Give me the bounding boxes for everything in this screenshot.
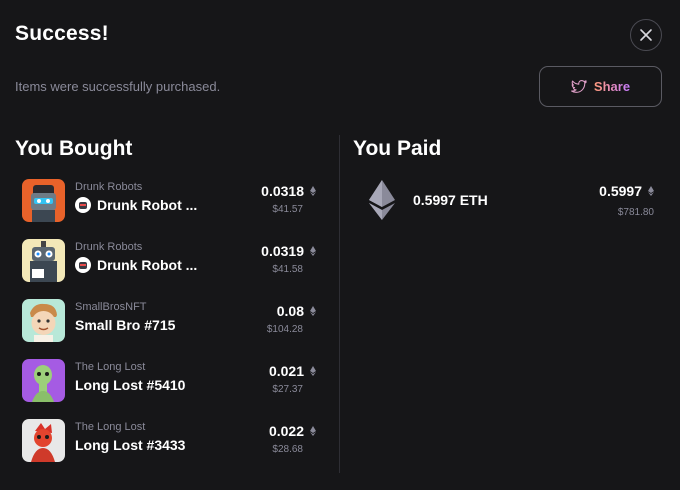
item-usd-price: $104.28 [266,324,303,335]
nft-name-row: Long Lost #5410 [75,377,185,393]
nft-name-row: Long Lost #3433 [75,437,185,453]
ethereum-icon [310,246,316,256]
collection-name: Drunk Robots [75,181,143,193]
ethereum-icon [310,186,316,196]
purchased-item[interactable]: Drunk Robots Drunk Robot ... 0.0319 $41.… [22,239,320,283]
nft-name: Long Lost #5410 [75,377,186,393]
ethereum-large-icon [369,180,395,220]
collection-name: The Long Lost [75,361,146,373]
you-paid-heading: You Paid [353,137,442,160]
payment-amount-label: 0.5997 ETH [413,192,488,208]
collection-badge-icon [75,257,91,273]
ethereum-icon [310,366,316,376]
nft-thumbnail [22,299,65,342]
ethereum-icon [310,426,316,436]
ethereum-icon [310,306,316,316]
nft-thumbnail [22,179,65,222]
share-label: Share [593,79,631,94]
price-value: 0.08 [276,303,304,319]
page-title: Success! [15,22,109,45]
price-value: 0.021 [268,363,304,379]
collection-name: The Long Lost [75,421,146,433]
payment-price: 0.5997 [599,183,654,199]
collection-name: SmallBrosNFT [75,301,147,313]
collection-name: Drunk Robots [75,241,143,253]
nft-name: Long Lost #3433 [75,437,186,453]
purchased-item[interactable]: SmallBrosNFT Small Bro #715 0.08 $104.28 [22,299,320,343]
nft-name: Drunk Robot ... [97,197,198,213]
payment-price-value: 0.5997 [599,183,642,199]
item-usd-price: $28.68 [272,444,303,455]
payment-row: 0.5997 ETH 0.5997 $781.80 [365,180,660,222]
nft-name: Drunk Robot ... [97,257,198,273]
purchased-item[interactable]: The Long Lost Long Lost #3433 0.022 $28.… [22,419,320,463]
purchased-item[interactable]: The Long Lost Long Lost #5410 0.021 $27.… [22,359,320,403]
price-value: 0.0319 [261,243,304,259]
price-value: 0.022 [268,423,304,439]
item-price: 0.08 [277,303,316,319]
item-price: 0.0318 [261,183,316,199]
nft-thumbnail [22,239,65,282]
close-button[interactable] [630,19,662,51]
price-value: 0.0318 [261,183,304,199]
share-button[interactable]: Share [539,66,662,107]
close-icon [640,29,652,41]
nft-name-row: Drunk Robot ... [75,257,197,273]
item-usd-price: $27.37 [272,384,303,395]
you-bought-heading: You Bought [15,137,133,160]
success-subtitle: Items were successfully purchased. [15,79,221,94]
item-price: 0.021 [269,363,316,379]
item-price: 0.022 [269,423,316,439]
collection-badge-icon [75,197,91,213]
purchased-item[interactable]: Drunk Robots Drunk Robot ... 0.0318 $41.… [22,179,320,223]
nft-thumbnail [22,359,65,402]
item-usd-price: $41.57 [272,204,303,215]
nft-name-row: Small Bro #715 [75,317,175,333]
column-divider [339,135,340,473]
nft-name: Small Bro #715 [75,317,176,333]
nft-thumbnail [22,419,65,462]
item-usd-price: $41.58 [272,264,303,275]
item-price: 0.0319 [261,243,316,259]
payment-usd-price: $781.80 [617,207,654,218]
twitter-bird-icon [570,79,587,93]
ethereum-icon [648,186,654,196]
nft-name-row: Drunk Robot ... [75,197,197,213]
